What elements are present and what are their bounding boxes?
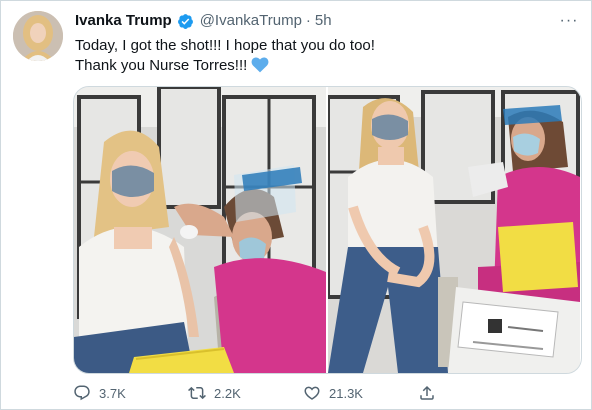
reply-icon <box>74 385 90 401</box>
tweet-actions: 3.7K 2.2K 21.3K <box>73 382 533 404</box>
tweet-header: Ivanka Trump @IvankaTrump · 5h <box>75 11 332 31</box>
tweet-text-line-1: Today, I got the shot!!! I hope that you… <box>75 37 375 54</box>
retweet-button[interactable]: 2.2K <box>188 384 303 402</box>
vaccination-photo-right[interactable] <box>328 87 580 373</box>
tweet-text: Today, I got the shot!!! I hope that you… <box>75 36 575 79</box>
like-count: 21.3K <box>329 385 363 401</box>
author-name[interactable]: Ivanka Trump <box>75 11 172 31</box>
avatar[interactable] <box>13 11 63 61</box>
share-button[interactable] <box>418 384 533 402</box>
author-handle[interactable]: @IvankaTrump <box>200 11 302 31</box>
retweet-count: 2.2K <box>214 385 241 401</box>
tweet-text-line-2-content: Thank you Nurse Torres!!! <box>75 57 248 74</box>
verified-badge-icon <box>177 13 194 30</box>
vaccination-photo-left[interactable] <box>74 87 326 373</box>
tweet-card[interactable]: Ivanka Trump @IvankaTrump · 5h ··· Today… <box>0 0 592 410</box>
like-button[interactable]: 21.3K <box>303 384 418 402</box>
tweet-text-line-2: Thank you Nurse Torres!!! <box>75 56 575 79</box>
like-icon <box>304 386 320 400</box>
reply-count: 3.7K <box>99 385 126 401</box>
tweet-media <box>73 86 582 374</box>
more-options-icon[interactable]: ··· <box>559 11 579 31</box>
tweet-timestamp[interactable]: 5h <box>315 11 332 31</box>
reply-button[interactable]: 3.7K <box>73 384 188 402</box>
blue-heart-icon <box>251 56 269 79</box>
share-icon <box>420 385 434 400</box>
separator-dot: · <box>305 12 311 29</box>
retweet-icon <box>188 386 206 400</box>
